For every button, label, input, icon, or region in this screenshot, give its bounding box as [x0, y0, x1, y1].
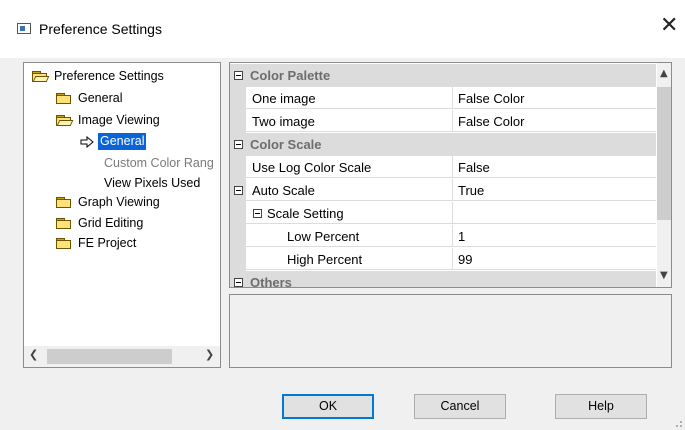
collapse-icon[interactable] [234, 278, 243, 287]
tree-horizontal-scrollbar[interactable]: ❮ ❯ [24, 346, 220, 367]
tree-item-grid-editing[interactable]: Grid Editing [78, 215, 143, 232]
property-value[interactable]: True [453, 179, 656, 201]
folder-icon [56, 238, 72, 249]
window-title: Preference Settings [39, 21, 162, 37]
scroll-left-icon[interactable]: ❮ [29, 348, 38, 361]
ok-button[interactable]: OK [282, 394, 374, 419]
tree-item-iv-general[interactable]: General [98, 133, 147, 150]
folder-icon [56, 197, 72, 208]
tree-item-view-pixels-used[interactable]: View Pixels Used [104, 175, 200, 192]
property-row-low-percent[interactable]: Low Percent 1 [230, 225, 656, 248]
arrow-right-icon [80, 136, 94, 148]
app-icon [17, 23, 31, 34]
tree-item-graph-viewing[interactable]: Graph Viewing [78, 194, 160, 211]
folder-open-icon [32, 71, 50, 82]
help-button[interactable]: Help [555, 394, 647, 419]
property-value[interactable]: 99 [453, 248, 656, 270]
property-value[interactable]: False Color [453, 87, 656, 109]
property-description-panel [229, 294, 672, 368]
property-row-use-log-color-scale[interactable]: Use Log Color Scale False [230, 156, 656, 179]
scrollbar-thumb[interactable] [47, 349, 172, 364]
folder-open-icon [56, 115, 74, 126]
category-others[interactable]: Others [230, 271, 656, 287]
scroll-up-icon[interactable]: ▲ [660, 68, 668, 79]
close-icon[interactable]: ✕ [660, 15, 678, 37]
property-grid[interactable]: Color Palette One image False Color Two … [229, 62, 672, 288]
collapse-icon[interactable] [253, 209, 262, 218]
property-value[interactable]: 1 [453, 225, 656, 247]
folder-icon [56, 218, 72, 229]
scroll-down-icon[interactable]: ▼ [660, 270, 668, 281]
tree-item-custom-color-range[interactable]: Custom Color Rang [104, 155, 214, 172]
property-row-two-image[interactable]: Two image False Color [230, 110, 656, 133]
folder-icon [56, 93, 72, 104]
property-value[interactable]: False Color [453, 110, 656, 132]
category-color-scale[interactable]: Color Scale [230, 133, 656, 156]
property-value[interactable] [453, 202, 656, 224]
scroll-right-icon[interactable]: ❯ [205, 348, 214, 361]
property-row-one-image[interactable]: One image False Color [230, 87, 656, 110]
collapse-icon[interactable] [234, 140, 243, 149]
tree-root-preference-settings[interactable]: Preference Settings [54, 68, 164, 85]
property-value[interactable]: False [453, 156, 656, 178]
tree-item-fe-project[interactable]: FE Project [78, 235, 136, 252]
collapse-icon[interactable] [234, 186, 243, 195]
property-row-high-percent[interactable]: High Percent 99 [230, 248, 656, 271]
collapse-icon[interactable] [234, 71, 243, 80]
tree-item-image-viewing[interactable]: Image Viewing [78, 112, 160, 129]
preference-tree[interactable]: Preference Settings General Image Viewin… [23, 62, 221, 368]
grid-vertical-scrollbar[interactable]: ▲ ▼ [657, 63, 671, 287]
title-bar: Preference Settings ✕ [0, 0, 685, 58]
property-row-scale-setting[interactable]: Scale Setting [230, 202, 656, 225]
property-row-auto-scale[interactable]: Auto Scale True [230, 179, 656, 202]
scrollbar-thumb[interactable] [657, 87, 671, 220]
resize-grip-icon[interactable] [673, 418, 683, 428]
category-color-palette[interactable]: Color Palette [230, 64, 656, 87]
cancel-button[interactable]: Cancel [414, 394, 506, 419]
tree-item-general[interactable]: General [78, 90, 122, 107]
